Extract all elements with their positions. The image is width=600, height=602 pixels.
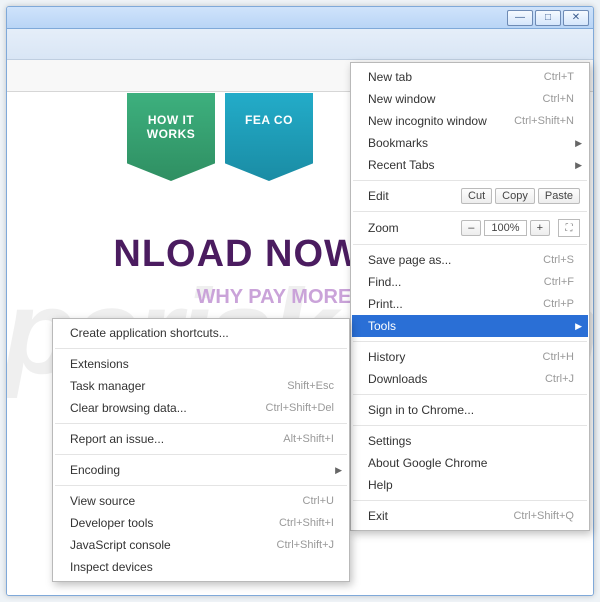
- paste-button[interactable]: Paste: [538, 188, 580, 204]
- ribbon-features[interactable]: FEA CO: [225, 93, 313, 181]
- chevron-right-icon: ▶: [575, 321, 582, 332]
- menu-zoom-row: Zoom – 100% + ⛶: [352, 216, 588, 240]
- minimize-button[interactable]: —: [507, 10, 533, 26]
- maximize-button[interactable]: □: [535, 10, 561, 26]
- close-button[interactable]: ✕: [563, 10, 589, 26]
- separator: [353, 425, 587, 426]
- menu-downloads[interactable]: Downloads Ctrl+J: [352, 368, 588, 390]
- titlebar: — □ ✕: [7, 7, 593, 29]
- zoom-out-button[interactable]: –: [461, 220, 481, 236]
- menu-recent-tabs[interactable]: Recent Tabs ▶: [352, 154, 588, 176]
- menu-tools[interactable]: Tools ▶: [352, 315, 588, 337]
- tools-clear-data[interactable]: Clear browsing data... Ctrl+Shift+Del: [54, 397, 348, 419]
- ribbon-how-it-works[interactable]: HOW IT WORKS: [127, 93, 215, 181]
- menu-new-tab[interactable]: New tab Ctrl+T: [352, 66, 588, 88]
- tools-inspect-devices[interactable]: Inspect devices: [54, 556, 348, 578]
- menu-history[interactable]: History Ctrl+H: [352, 346, 588, 368]
- zoom-value: 100%: [484, 220, 526, 236]
- tools-task-manager[interactable]: Task manager Shift+Esc: [54, 375, 348, 397]
- cut-button[interactable]: Cut: [461, 188, 492, 204]
- tools-view-source[interactable]: View source Ctrl+U: [54, 490, 348, 512]
- separator: [353, 500, 587, 501]
- menu-help[interactable]: Help: [352, 474, 588, 496]
- menu-sign-in[interactable]: Sign in to Chrome...: [352, 399, 588, 421]
- tools-report-issue[interactable]: Report an issue... Alt+Shift+I: [54, 428, 348, 450]
- copy-button[interactable]: Copy: [495, 188, 535, 204]
- menu-new-incognito[interactable]: New incognito window Ctrl+Shift+N: [352, 110, 588, 132]
- menu-about[interactable]: About Google Chrome: [352, 452, 588, 474]
- tools-encoding[interactable]: Encoding ▶: [54, 459, 348, 481]
- separator: [55, 348, 347, 349]
- menu-new-window[interactable]: New window Ctrl+N: [352, 88, 588, 110]
- tools-create-shortcuts[interactable]: Create application shortcuts...: [54, 322, 348, 344]
- menu-settings[interactable]: Settings: [352, 430, 588, 452]
- separator: [353, 180, 587, 181]
- tools-js-console[interactable]: JavaScript console Ctrl+Shift+J: [54, 534, 348, 556]
- separator: [353, 211, 587, 212]
- tools-extensions[interactable]: Extensions: [54, 353, 348, 375]
- fullscreen-button[interactable]: ⛶: [558, 219, 580, 237]
- tabstrip[interactable]: [7, 29, 593, 60]
- separator: [55, 485, 347, 486]
- separator: [55, 423, 347, 424]
- chevron-right-icon: ▶: [575, 160, 582, 171]
- separator: [353, 394, 587, 395]
- menu-save-as[interactable]: Save page as... Ctrl+S: [352, 249, 588, 271]
- zoom-in-button[interactable]: +: [530, 220, 550, 236]
- menu-find[interactable]: Find... Ctrl+F: [352, 271, 588, 293]
- separator: [55, 454, 347, 455]
- separator: [353, 244, 587, 245]
- tools-submenu: Create application shortcuts... Extensio…: [52, 318, 350, 582]
- menu-bookmarks[interactable]: Bookmarks ▶: [352, 132, 588, 154]
- menu-edit-row: Edit Cut Copy Paste: [352, 185, 588, 207]
- tools-dev-tools[interactable]: Developer tools Ctrl+Shift+I: [54, 512, 348, 534]
- chevron-right-icon: ▶: [335, 465, 342, 476]
- menu-print[interactable]: Print... Ctrl+P: [352, 293, 588, 315]
- menu-exit[interactable]: Exit Ctrl+Shift+Q: [352, 505, 588, 527]
- chevron-right-icon: ▶: [575, 138, 582, 149]
- main-menu: New tab Ctrl+T New window Ctrl+N New inc…: [350, 62, 590, 531]
- separator: [353, 341, 587, 342]
